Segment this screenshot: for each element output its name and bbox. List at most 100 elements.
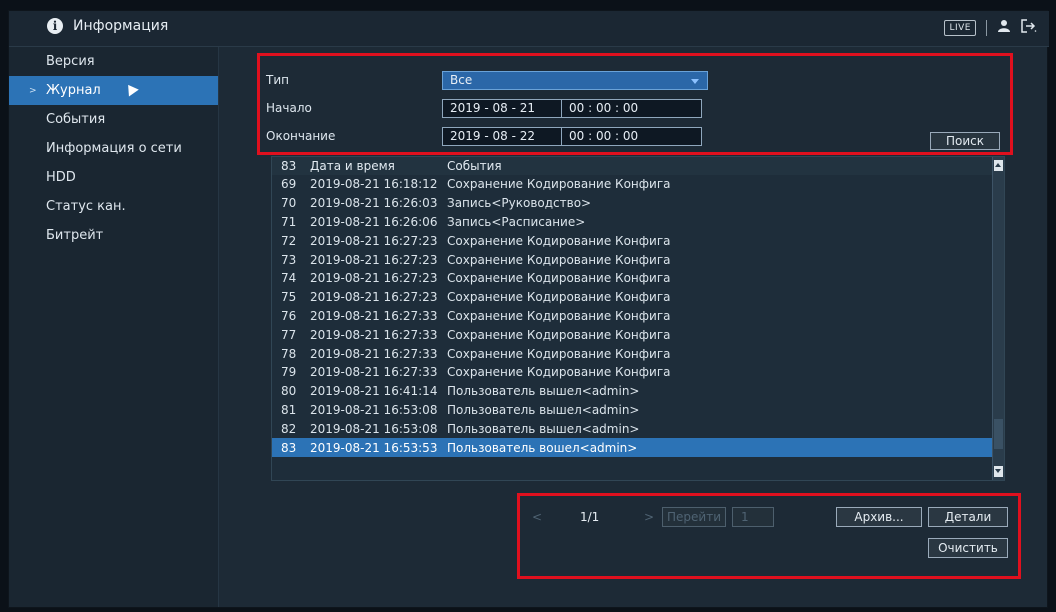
sidebar-item-log[interactable]: > Журнал: [9, 76, 218, 105]
row-event: Пользователь вышел<admin>: [447, 384, 640, 399]
row-event: Пользователь вышел<admin>: [447, 421, 640, 436]
table-row[interactable]: 78 2019-08-21 16:27:33 Сохранение Кодирова…: [272, 344, 1004, 363]
user-icon[interactable]: [997, 19, 1011, 36]
page-title: Информация: [73, 18, 169, 34]
row-event: Сохранение Кодирование Конфига: [447, 365, 671, 380]
row-no: 82: [281, 421, 297, 436]
type-value: Все: [450, 73, 473, 87]
table-row[interactable]: 75 2019-08-21 16:27:23 Сохранение Кодирова…: [272, 288, 1004, 307]
end-label: Окончание: [266, 129, 336, 143]
row-time: 2019-08-21 16:18:12: [310, 177, 438, 192]
row-time: 2019-08-21 16:27:33: [310, 308, 438, 323]
row-time: 2019-08-21 16:27:23: [310, 271, 438, 286]
end-row: Окончание 2019 - 08 - 22 00 : 00 : 00: [266, 126, 702, 146]
pagination-panel: < 1/1 > Перейти 1 Архив... Детали Очисти…: [517, 493, 1021, 579]
sidebar-item-events[interactable]: События: [9, 105, 218, 134]
sidebar-item-label: Статус кан.: [46, 199, 126, 214]
scroll-thumb[interactable]: [994, 419, 1003, 449]
row-no: 69: [281, 177, 297, 192]
row-no: 74: [281, 271, 297, 286]
table-row[interactable]: 76 2019-08-21 16:27:33 Сохранение Кодирова…: [272, 307, 1004, 326]
window-title-group: i Информация: [47, 18, 168, 34]
row-time: 2019-08-21 16:53:08: [310, 402, 438, 417]
table-row[interactable]: 77 2019-08-21 16:27:33 Сохранение Кодирова…: [272, 325, 1004, 344]
archive-button[interactable]: Архив...: [836, 507, 922, 527]
header-datetime[interactable]: Дата и время: [304, 159, 447, 173]
row-no: 75: [281, 290, 297, 305]
prev-page-button[interactable]: <: [532, 507, 542, 527]
logout-icon[interactable]: [1021, 19, 1037, 36]
row-event: Пользователь вошел<admin>: [447, 440, 638, 455]
row-no: 81: [281, 402, 297, 417]
row-time: 2019-08-21 16:27:33: [310, 327, 438, 342]
search-button[interactable]: Поиск: [930, 132, 1000, 150]
row-time: 2019-08-21 16:27:23: [310, 290, 438, 305]
info-icon: i: [47, 18, 63, 34]
sidebar-item-bitrate[interactable]: Битрейт: [9, 221, 218, 250]
row-no: 71: [281, 214, 297, 229]
start-label: Начало: [266, 101, 312, 115]
row-event: Пользователь вышел<admin>: [447, 402, 640, 417]
sidebar-item-label: Битрейт: [46, 228, 104, 243]
header-event[interactable]: События: [447, 159, 1004, 173]
scroll-up-icon[interactable]: [994, 160, 1003, 171]
page-number-input[interactable]: 1: [732, 507, 774, 527]
table-row[interactable]: 80 2019-08-21 16:41:14 Пользователь вышел<…: [272, 382, 1004, 401]
row-time: 2019-08-21 16:26:03: [310, 196, 438, 211]
live-button[interactable]: LIVE: [944, 19, 976, 36]
table-scrollbar[interactable]: [992, 157, 1004, 480]
top-bar: i Информация LIVE: [9, 11, 1049, 47]
row-time: 2019-08-21 16:27:33: [310, 365, 438, 380]
table-row[interactable]: 74 2019-08-21 16:27:23 Сохранение Кодирова…: [272, 269, 1004, 288]
details-button[interactable]: Детали: [928, 507, 1008, 527]
start-date-field[interactable]: 2019 - 08 - 21: [442, 98, 562, 118]
mouse-cursor-icon: [123, 81, 139, 97]
scroll-down-icon[interactable]: [994, 466, 1003, 477]
table-row[interactable]: 79 2019-08-21 16:27:33 Сохранение Кодирова…: [272, 363, 1004, 382]
row-time: 2019-08-21 16:53:53: [310, 440, 438, 455]
table-row[interactable]: 69 2019-08-21 16:18:12 Сохранение Кодирова…: [272, 175, 1004, 194]
sidebar-item-label: События: [46, 112, 106, 127]
table-header: 83 Дата и время События: [272, 157, 1004, 175]
app-window: i Информация LIVE Версия > Журнал Событи…: [8, 10, 1049, 608]
sidebar-item-label: Журнал: [46, 83, 101, 98]
chevron-down-icon: [691, 78, 699, 84]
sidebar-item-label: HDD: [46, 170, 76, 185]
table-row[interactable]: 73 2019-08-21 16:27:23 Сохранение Кодирова…: [272, 250, 1004, 269]
row-event: Запись<Руководство>: [447, 196, 592, 211]
sidebar-item-hdd[interactable]: HDD: [9, 163, 218, 192]
sidebar-item-network-info[interactable]: Информация о сети: [9, 134, 218, 163]
type-select[interactable]: Все: [442, 70, 708, 90]
table-row-selected[interactable]: 83 2019-08-21 16:53:53 Пользователь вошел<…: [272, 438, 1004, 457]
type-row: Тип Все: [266, 70, 708, 90]
table-row[interactable]: 82 2019-08-21 16:53:08 Пользователь вышел<…: [272, 419, 1004, 438]
table-row[interactable]: 81 2019-08-21 16:53:08 Пользователь вышел<…: [272, 401, 1004, 420]
divider: [986, 19, 987, 36]
end-date-field[interactable]: 2019 - 08 - 22: [442, 126, 562, 146]
row-time: 2019-08-21 16:53:08: [310, 421, 438, 436]
row-no: 80: [281, 384, 297, 399]
clear-button[interactable]: Очистить: [928, 538, 1008, 558]
log-table: 83 Дата и время События 69 2019-08-21 16:…: [271, 156, 1005, 481]
end-time-field[interactable]: 00 : 00 : 00: [562, 126, 702, 146]
sidebar-item-version[interactable]: Версия: [9, 47, 218, 76]
table-row[interactable]: 70 2019-08-21 16:26:03 Запись<Руководство>: [272, 194, 1004, 213]
start-time-field[interactable]: 00 : 00 : 00: [562, 98, 702, 118]
page-indicator: 1/1: [580, 510, 600, 524]
table-row[interactable]: 71 2019-08-21 16:26:06 Запись<Расписание>: [272, 213, 1004, 232]
next-page-button[interactable]: >: [644, 507, 654, 527]
row-no: 83: [281, 440, 297, 455]
goto-button[interactable]: Перейти: [662, 507, 726, 527]
row-no: 77: [281, 327, 297, 342]
row-event: Сохранение Кодирование Конфига: [447, 346, 671, 361]
row-event: Сохранение Кодирование Конфига: [447, 177, 671, 192]
sidebar-item-channel-status[interactable]: Статус кан.: [9, 192, 218, 221]
start-row: Начало 2019 - 08 - 21 00 : 00 : 00: [266, 98, 702, 118]
row-time: 2019-08-21 16:26:06: [310, 214, 438, 229]
row-time: 2019-08-21 16:41:14: [310, 384, 438, 399]
table-row[interactable]: 72 2019-08-21 16:27:23 Сохранение Кодирова…: [272, 231, 1004, 250]
row-no: 78: [281, 346, 297, 361]
row-event: Сохранение Кодирование Конфига: [447, 290, 671, 305]
row-no: 76: [281, 308, 297, 323]
row-event: Запись<Расписание>: [447, 214, 586, 229]
